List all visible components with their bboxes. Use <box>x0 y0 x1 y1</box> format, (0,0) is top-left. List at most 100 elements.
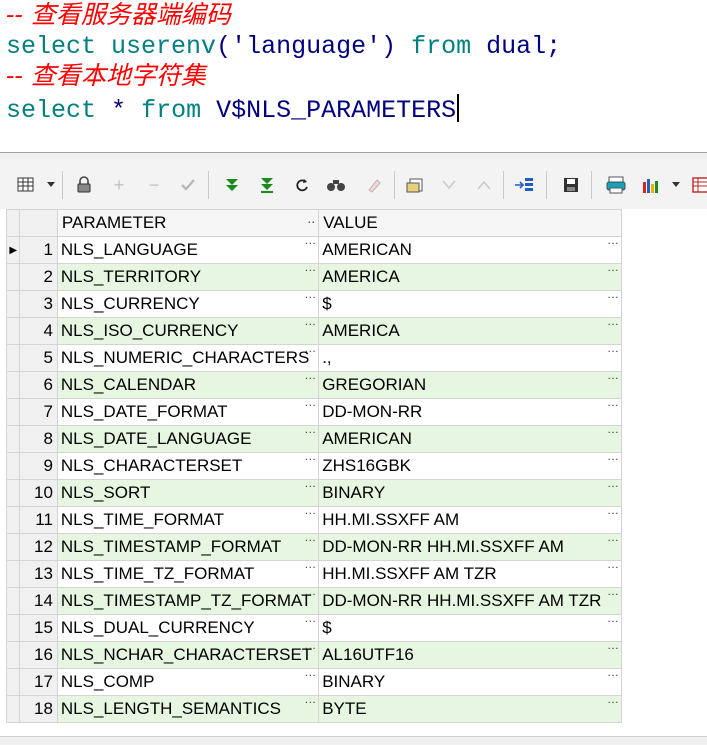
row-number[interactable]: 11 <box>19 506 58 534</box>
cell-edit-ellipsis-icon[interactable]: … <box>607 346 619 356</box>
row-indicator[interactable] <box>5 371 21 399</box>
cell-parameter[interactable]: NLS_COMP… <box>56 668 320 696</box>
row-number[interactable]: 17 <box>19 668 58 696</box>
query-by-example-icon[interactable] <box>403 173 427 197</box>
cell-edit-ellipsis-icon[interactable]: … <box>304 427 316 437</box>
cell-parameter[interactable]: NLS_LENGTH_SEMANTICS… <box>56 695 320 723</box>
row-number[interactable]: 18 <box>19 695 58 723</box>
find-icon[interactable] <box>324 173 348 197</box>
table-row[interactable]: 11 NLS_TIME_FORMAT… HH.MI.SSXFF AM… <box>5 506 622 534</box>
chart-icon[interactable] <box>639 173 663 197</box>
cell-value[interactable]: DD-MON-RR HH.MI.SSXFF AM… <box>318 533 622 561</box>
refresh-icon[interactable] <box>290 173 314 197</box>
filter-down-icon[interactable] <box>437 173 461 197</box>
cell-value[interactable]: AMERICA… <box>318 263 622 291</box>
cell-value[interactable]: DD-MON-RR HH.MI.SSXFF AM TZR… <box>318 587 622 615</box>
export-icon[interactable] <box>512 173 536 197</box>
cell-edit-ellipsis-icon[interactable]: … <box>607 589 619 599</box>
cell-value[interactable]: GREGORIAN… <box>318 371 622 399</box>
grid-corner[interactable] <box>5 209 21 237</box>
cell-value[interactable]: DD-MON-RR… <box>318 398 622 426</box>
cell-value[interactable]: AMERICAN… <box>318 425 622 453</box>
result-grid[interactable]: PARAMETER ‥ VALUE ▶ 1 NLS_LANGUAGE… AMERICAN… <box>5 209 622 723</box>
row-indicator[interactable]: ▶ <box>5 236 21 264</box>
cell-value[interactable]: BINARY… <box>318 668 622 696</box>
table-icon[interactable] <box>689 173 707 197</box>
row-number[interactable]: 9 <box>19 452 58 480</box>
lock-icon[interactable] <box>72 173 96 197</box>
cell-edit-ellipsis-icon[interactable]: … <box>607 562 619 572</box>
cell-edit-ellipsis-icon[interactable]: … <box>304 454 316 464</box>
plus-icon[interactable]: + <box>107 173 131 197</box>
row-number[interactable]: 6 <box>19 371 58 399</box>
row-indicator[interactable] <box>5 506 21 534</box>
grid-menu-icon[interactable] <box>14 173 38 197</box>
table-row[interactable]: 9 NLS_CHARACTERSET… ZHS16GBK… <box>5 452 622 480</box>
cell-parameter[interactable]: NLS_DATE_FORMAT… <box>56 398 320 426</box>
row-indicator[interactable] <box>5 290 21 318</box>
cell-edit-ellipsis-icon[interactable]: … <box>304 265 316 275</box>
table-row[interactable]: 17 NLS_COMP… BINARY… <box>5 668 622 696</box>
row-number[interactable]: 7 <box>19 398 58 426</box>
row-indicator[interactable] <box>5 587 21 615</box>
cell-edit-ellipsis-icon[interactable]: … <box>607 508 619 518</box>
row-indicator[interactable] <box>5 452 21 480</box>
table-row[interactable]: 6 NLS_CALENDAR… GREGORIAN… <box>5 371 622 399</box>
cell-edit-ellipsis-icon[interactable]: … <box>304 562 316 572</box>
table-row[interactable]: 10 NLS_SORT… BINARY… <box>5 479 622 507</box>
row-indicator[interactable] <box>5 641 21 669</box>
cell-parameter[interactable]: NLS_TIME_FORMAT… <box>56 506 320 534</box>
cell-value[interactable]: AL16UTF16… <box>318 641 622 669</box>
cell-edit-ellipsis-icon[interactable]: … <box>607 481 619 491</box>
cell-parameter[interactable]: NLS_CHARACTERSET… <box>56 452 320 480</box>
table-row[interactable]: 8 NLS_DATE_LANGUAGE… AMERICAN… <box>5 425 622 453</box>
table-row[interactable]: 13 NLS_TIME_TZ_FORMAT… HH.MI.SSXFF AM TZR… <box>5 560 622 588</box>
clear-icon[interactable] <box>362 173 386 197</box>
cell-edit-ellipsis-icon[interactable]: … <box>607 292 619 302</box>
row-number[interactable]: 12 <box>19 533 58 561</box>
row-number[interactable]: 3 <box>19 290 58 318</box>
cell-edit-ellipsis-icon[interactable]: … <box>304 238 316 248</box>
table-row[interactable]: 7 NLS_DATE_FORMAT… DD-MON-RR… <box>5 398 622 426</box>
cell-edit-ellipsis-icon[interactable]: … <box>304 346 316 356</box>
table-row[interactable]: 15 NLS_DUAL_CURRENCY… $… <box>5 614 622 642</box>
column-menu-icon[interactable]: ‥ <box>307 212 315 226</box>
sql-editor[interactable]: -- 查看服务器端编码 select userenv('language') f… <box>0 0 707 152</box>
row-indicator[interactable] <box>5 614 21 642</box>
cell-parameter[interactable]: NLS_DATE_LANGUAGE… <box>56 425 320 453</box>
minus-icon[interactable]: − <box>142 173 166 197</box>
print-icon[interactable] <box>604 173 628 197</box>
row-number[interactable]: 5 <box>19 344 58 372</box>
cell-value[interactable]: ZHS16GBK… <box>318 452 622 480</box>
row-indicator[interactable] <box>5 425 21 453</box>
cell-value[interactable]: BYTE… <box>318 695 622 723</box>
cell-parameter[interactable]: NLS_TIMESTAMP_TZ_FORMAT… <box>56 587 320 615</box>
table-row[interactable]: 12 NLS_TIMESTAMP_FORMAT… DD-MON-RR HH.MI.S… <box>5 533 622 561</box>
cell-value[interactable]: AMERICA… <box>318 317 622 345</box>
cell-parameter[interactable]: NLS_CALENDAR… <box>56 371 320 399</box>
save-icon[interactable] <box>559 173 583 197</box>
grid-menu-dropdown-icon[interactable] <box>47 182 55 187</box>
cell-edit-ellipsis-icon[interactable]: … <box>607 454 619 464</box>
cell-edit-ellipsis-icon[interactable]: … <box>304 319 316 329</box>
row-indicator[interactable] <box>5 560 21 588</box>
cell-value[interactable]: AMERICAN… <box>318 236 622 264</box>
cell-parameter[interactable]: NLS_DUAL_CURRENCY… <box>56 614 320 642</box>
cell-edit-ellipsis-icon[interactable]: … <box>607 400 619 410</box>
row-indicator[interactable] <box>5 398 21 426</box>
cell-value[interactable]: $… <box>318 290 622 318</box>
row-indicator[interactable] <box>5 533 21 561</box>
cell-parameter[interactable]: NLS_NCHAR_CHARACTERSET… <box>56 641 320 669</box>
cell-edit-ellipsis-icon[interactable]: … <box>607 238 619 248</box>
cell-edit-ellipsis-icon[interactable]: … <box>304 589 316 599</box>
cell-value[interactable]: .,… <box>318 344 622 372</box>
cell-parameter[interactable]: NLS_TIMESTAMP_FORMAT… <box>56 533 320 561</box>
cell-value[interactable]: $… <box>318 614 622 642</box>
row-indicator[interactable] <box>5 479 21 507</box>
cell-parameter[interactable]: NLS_SORT… <box>56 479 320 507</box>
cell-value[interactable]: HH.MI.SSXFF AM… <box>318 506 622 534</box>
row-indicator[interactable] <box>5 668 21 696</box>
table-row[interactable]: 4 NLS_ISO_CURRENCY… AMERICA… <box>5 317 622 345</box>
row-indicator[interactable] <box>5 344 21 372</box>
table-row[interactable]: ▶ 1 NLS_LANGUAGE… AMERICAN… <box>5 236 622 264</box>
